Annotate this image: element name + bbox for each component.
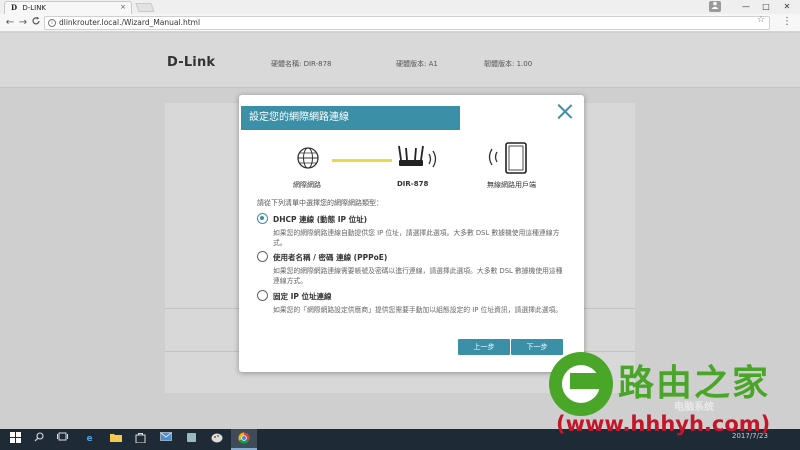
connection-diagram: 網際網路 DIR-878 無線網路用戶端 — [239, 141, 584, 191]
tab-favicon: D — [11, 3, 18, 12]
back-button[interactable]: ← — [4, 16, 16, 30]
minimize-button[interactable]: — — [735, 0, 757, 14]
reload-icon — [32, 16, 40, 25]
page-header: D-Link 硬體名稱: DIR-878 硬體版本: A1 韌體版本: 1.00 — [0, 33, 800, 88]
option-dhcp-title: DHCP 連線 (動態 IP 位址) — [273, 215, 368, 224]
browser-menu-icon[interactable]: ⋮ — [782, 16, 792, 27]
new-tab-button[interactable] — [135, 3, 155, 12]
windows-logo-icon — [10, 432, 21, 443]
option-pppoe-title: 使用者名稱 / 密碼 連線 (PPPoE) — [273, 253, 388, 262]
url-text: dlinkrouter.local./Wizard_Manual.html — [59, 18, 201, 27]
chrome-icon[interactable] — [236, 432, 251, 447]
option-dhcp-desc: 如果您的網際網路連線自動提供您 IP 位址，請選擇此選項。大多數 DSL 數據機… — [273, 229, 560, 247]
router-label: DIR-878 — [397, 180, 429, 188]
window-close-button[interactable]: ✕ — [776, 0, 798, 14]
edge-browser-icon[interactable]: e — [82, 432, 97, 447]
watermark-logo-bar — [570, 373, 600, 389]
windows-start-icon[interactable] — [8, 432, 23, 447]
prev-button[interactable]: 上一步 — [458, 339, 510, 355]
mail-icon[interactable] — [158, 432, 173, 447]
option-static-ip-title: 固定 IP 位址連線 — [273, 292, 332, 301]
connection-line — [332, 159, 392, 162]
close-icon[interactable] — [557, 103, 573, 119]
globe-icon — [297, 147, 319, 169]
option-pppoe-desc: 如果您的網際網路連線需要帳號及密碼以進行連線，請選擇此選項。大多數 DSL 數據… — [273, 267, 563, 285]
radio-static-ip[interactable] — [257, 290, 268, 301]
tablet-icon — [488, 142, 527, 174]
info-icon[interactable]: i — [48, 19, 56, 27]
store-icon[interactable] — [133, 432, 148, 447]
router-icon — [398, 145, 437, 168]
internet-label: 網際網路 — [293, 181, 321, 189]
forward-button[interactable]: → — [17, 16, 29, 30]
option-static-ip-desc: 如果您的「網際網路設定供應商」提供您需要手動加以組態設定的 IP 位址資訊，請選… — [273, 306, 563, 314]
internet-setup-dialog: 設定您的網際網路連線 網際網路 DIR-878 無線網路用戶端 請從下列清單中選… — [239, 95, 584, 372]
connection-type-prompt: 請從下列清單中選擇您的網際網路類型： — [257, 199, 383, 207]
hardware-version: 硬體版本: A1 — [396, 60, 438, 68]
firmware-version: 韌體版本: 1.00 — [484, 60, 533, 68]
search-icon[interactable] — [31, 432, 46, 447]
file-explorer-icon[interactable] — [108, 432, 123, 447]
radio-dhcp[interactable] — [257, 213, 268, 224]
tab-close-icon[interactable]: × — [120, 2, 126, 13]
model-name: 硬體名稱: DIR-878 — [271, 60, 332, 68]
dialog-title: 設定您的網際網路連線 — [241, 106, 460, 130]
maximize-button[interactable]: □ — [755, 0, 777, 14]
reload-button[interactable] — [30, 16, 42, 30]
task-view-icon[interactable] — [55, 432, 70, 447]
dlink-logo: D-Link — [167, 55, 216, 70]
radio-pppoe[interactable] — [257, 251, 268, 262]
person-icon — [711, 1, 719, 9]
bookmark-star-icon[interactable]: ☆ — [757, 15, 765, 25]
address-bar[interactable]: i dlinkrouter.local./Wizard_Manual.html — [44, 16, 770, 30]
tab-title: D-LINK — [22, 4, 47, 12]
browser-toolbar: ← → i dlinkrouter.local./Wizard_Manual.h… — [0, 14, 800, 32]
paint-icon[interactable] — [209, 432, 224, 447]
watermark-small-text: 电脑系统 — [674, 402, 714, 413]
app-icon[interactable] — [184, 432, 199, 447]
watermark-url: (www.hhhyh.com) — [556, 412, 771, 436]
client-label: 無線網路用戶端 — [487, 181, 536, 189]
browser-tab[interactable]: D D-LINK × — [4, 1, 132, 14]
next-button[interactable]: 下一步 — [511, 339, 563, 355]
user-profile-icon[interactable] — [709, 1, 721, 12]
browser-titlebar: D D-LINK × — □ ✕ — [0, 0, 800, 14]
